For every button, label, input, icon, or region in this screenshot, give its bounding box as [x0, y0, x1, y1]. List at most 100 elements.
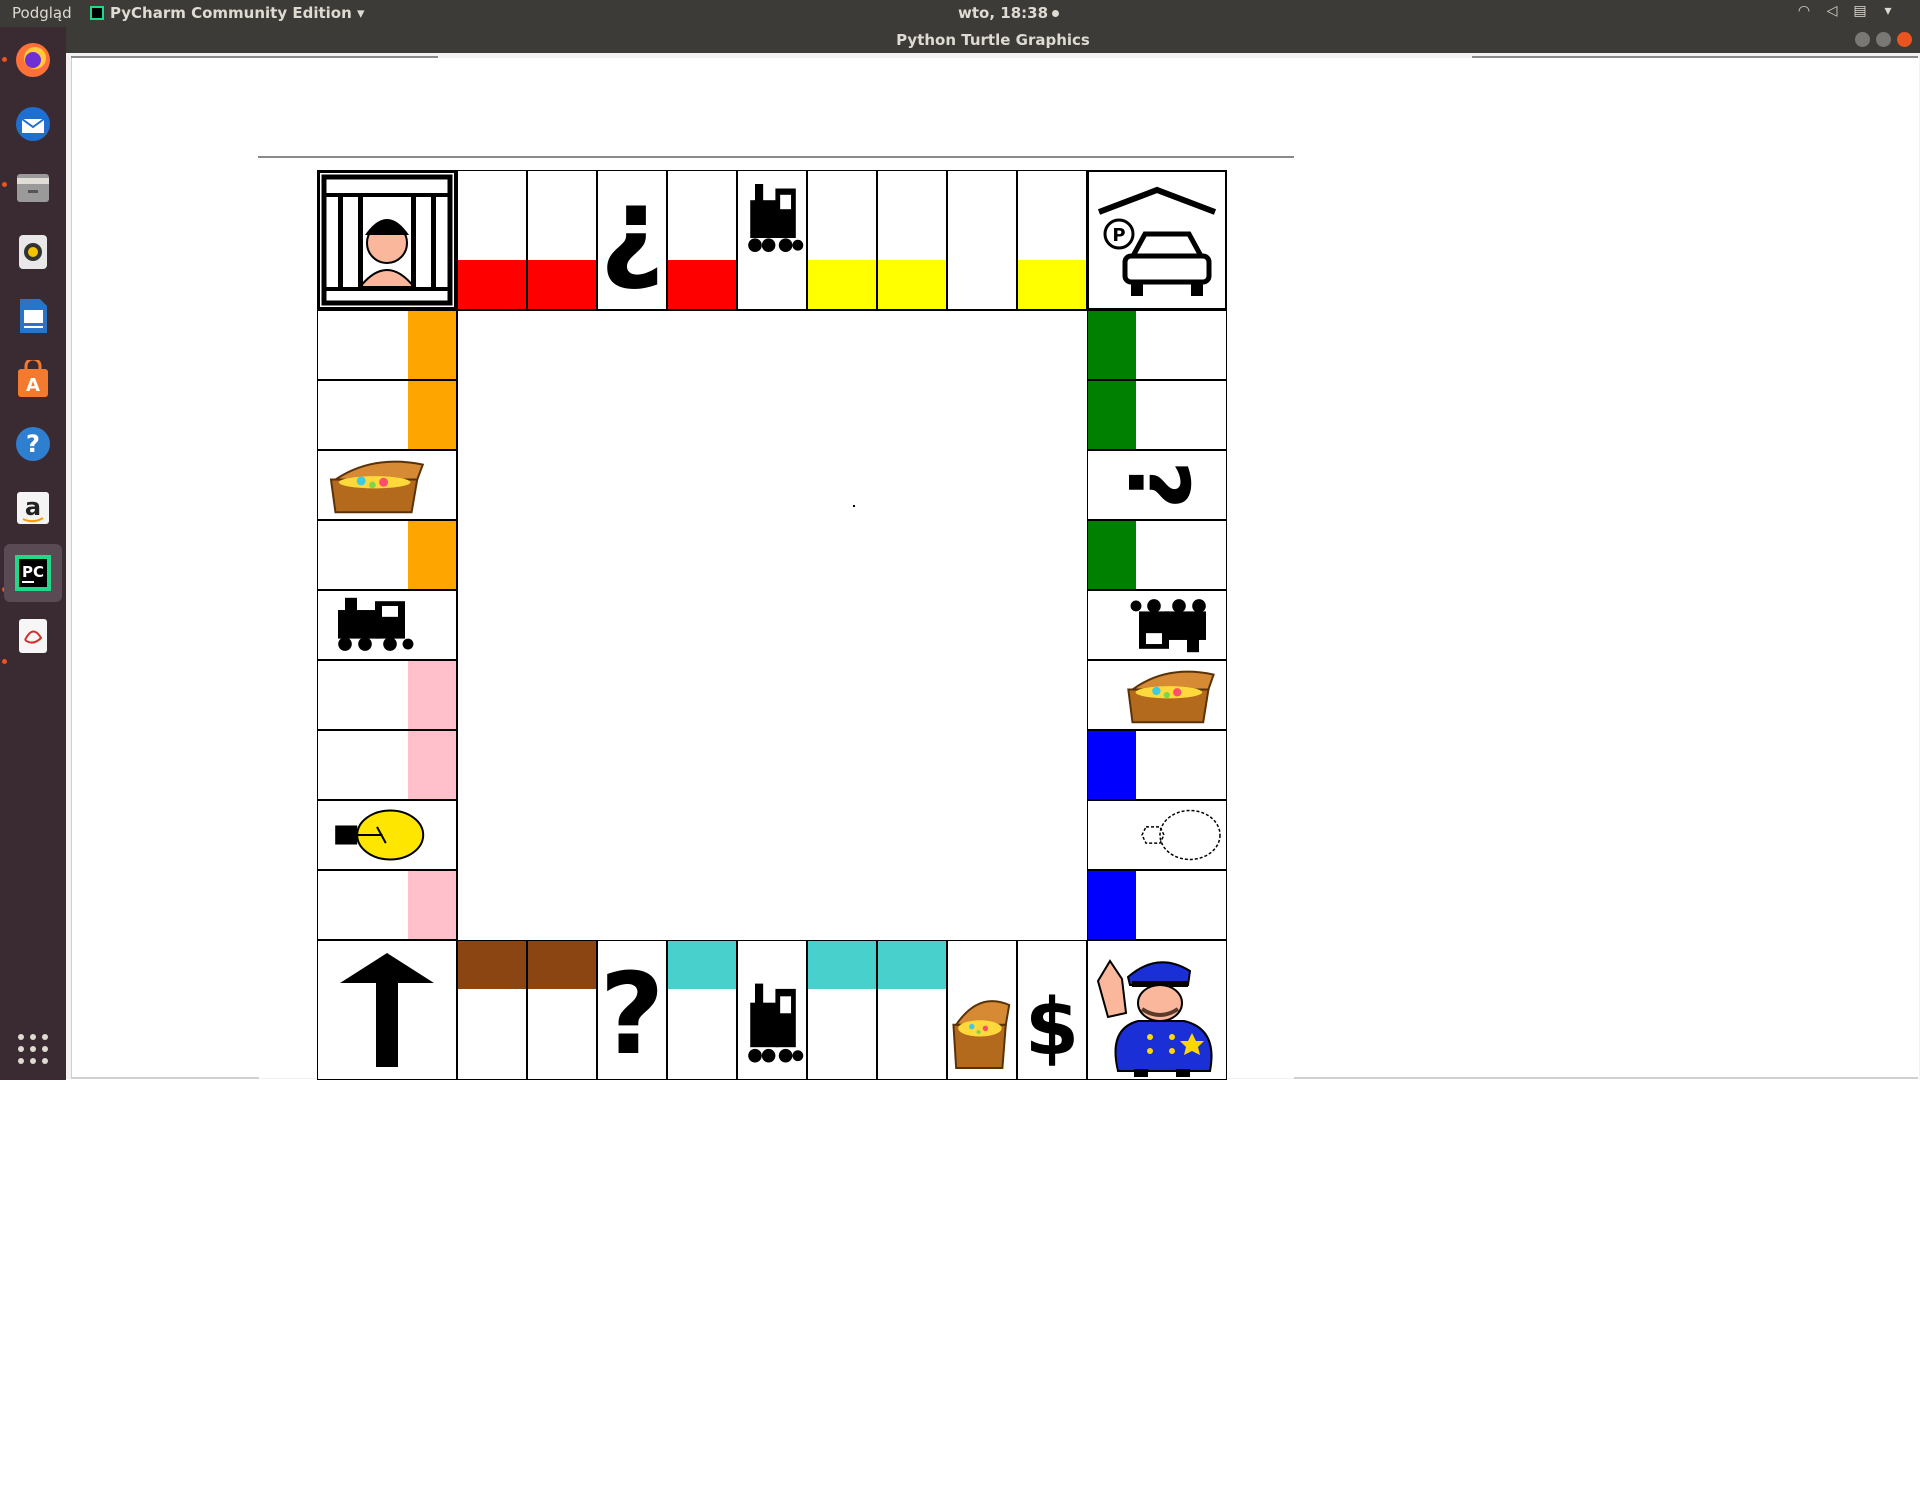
- evince-icon[interactable]: [11, 614, 55, 658]
- right-column-space: [1087, 380, 1227, 450]
- minimize-button[interactable]: [1855, 32, 1870, 47]
- running-indicator: [2, 57, 7, 62]
- jail-corner: [317, 170, 457, 310]
- pink-property-band: [408, 661, 456, 729]
- amazon-icon[interactable]: a: [11, 486, 55, 530]
- volume-icon[interactable]: ◁: [1824, 3, 1840, 19]
- close-button[interactable]: [1897, 32, 1912, 47]
- train-icon: [1124, 591, 1224, 659]
- red-property-band: [528, 260, 596, 309]
- svg-text:?: ?: [26, 430, 40, 458]
- right-column-space: [1087, 660, 1227, 730]
- bottom-row-space: ?: [597, 940, 667, 1080]
- top-row-space: [457, 170, 527, 310]
- svg-text:A: A: [26, 375, 40, 396]
- yellow-property-band: [1018, 260, 1086, 309]
- cyan-property-band: [808, 941, 876, 989]
- help-icon[interactable]: ?: [11, 422, 55, 466]
- chance-question-mark: ?: [1109, 460, 1207, 510]
- maximize-button[interactable]: [1876, 32, 1891, 47]
- bottom-row-space: [457, 940, 527, 1080]
- clock[interactable]: wto, 18:38: [958, 4, 1059, 22]
- blue-property-band: [1088, 731, 1136, 799]
- chance-question-mark: ?: [599, 950, 665, 1080]
- green-property-band: [1088, 381, 1136, 449]
- canvas-scroll-edge: [1472, 56, 1918, 58]
- desktop-background: [0, 1080, 1920, 1511]
- left-column-space: [317, 590, 457, 660]
- brown-property-band: [528, 941, 596, 989]
- treasure-chest-icon: [322, 451, 434, 519]
- canvas-bottom-edge: [71, 1077, 259, 1079]
- treasure-chest-icon: [948, 987, 1016, 1077]
- bottom-row-space: [877, 940, 947, 1080]
- cyan-property-band: [668, 941, 736, 989]
- top-row-space: [1017, 170, 1087, 310]
- pink-property-band: [408, 731, 456, 799]
- show-apps-icon[interactable]: [11, 1027, 55, 1071]
- canvas-scroll-edge: [71, 56, 438, 58]
- treasure-chest-icon: [1120, 661, 1224, 729]
- thunderbird-icon[interactable]: [11, 102, 55, 146]
- top-row-space: [527, 170, 597, 310]
- window-controls: [1855, 32, 1912, 47]
- tax-dollar-sign: $: [1024, 983, 1080, 1073]
- light-bulb-icon: [322, 801, 432, 869]
- libreoffice-writer-icon[interactable]: [11, 294, 55, 338]
- bottom-row-space: [527, 940, 597, 1080]
- train-icon: [738, 175, 806, 265]
- app-menu-label: PyCharm Community Edition ▾: [110, 4, 365, 22]
- parking-car-icon: P: [1089, 172, 1225, 308]
- jail-icon: [320, 173, 454, 307]
- left-column-space: [317, 730, 457, 800]
- green-property-band: [1088, 521, 1136, 589]
- green-property-band: [1088, 311, 1136, 379]
- train-icon: [738, 973, 806, 1079]
- board-center: [457, 310, 1088, 941]
- top-row-space: [807, 170, 877, 310]
- chance-question-mark: ¿: [599, 170, 665, 294]
- top-row-space: [737, 170, 807, 310]
- right-column-space: [1087, 870, 1227, 940]
- files-icon[interactable]: [11, 166, 55, 210]
- rhythmbox-icon[interactable]: [11, 230, 55, 274]
- left-column-space: [317, 520, 457, 590]
- train-icon: [320, 591, 420, 659]
- bottom-row-space: [807, 940, 877, 1080]
- red-property-band: [668, 260, 736, 309]
- right-column-space: [1087, 310, 1227, 380]
- police-officer-icon: [1088, 941, 1226, 1079]
- bottom-row-space: [737, 940, 807, 1080]
- right-column-space: [1087, 590, 1227, 660]
- cyan-property-band: [878, 941, 946, 989]
- police-corner: [1087, 940, 1227, 1080]
- yellow-property-band: [878, 260, 946, 309]
- orange-property-band: [408, 521, 456, 589]
- left-column-space: [317, 870, 457, 940]
- right-column-space: [1087, 520, 1227, 590]
- system-tray[interactable]: ◠ ◁ ▤ ▾: [1796, 3, 1896, 19]
- app-menu[interactable]: PyCharm Community Edition ▾: [90, 4, 365, 22]
- pink-property-band: [408, 871, 456, 939]
- window-titlebar[interactable]: Python Turtle Graphics: [66, 27, 1920, 53]
- orange-property-band: [408, 311, 456, 379]
- bottom-row-space: $: [1017, 940, 1087, 1080]
- pycharm-mini-icon: [90, 6, 104, 20]
- top-row-space: [877, 170, 947, 310]
- top-row-space: [667, 170, 737, 310]
- top-row-space: [947, 170, 1017, 310]
- clipboard-icon[interactable]: ▤: [1852, 3, 1868, 19]
- right-column-space: [1087, 730, 1227, 800]
- canvas-bottom-edge: [1294, 1077, 1918, 1079]
- activities-button[interactable]: Podgląd: [12, 4, 72, 22]
- red-property-band: [458, 260, 526, 309]
- bottom-row-space: [947, 940, 1017, 1080]
- software-center-icon[interactable]: A: [11, 358, 55, 402]
- wifi-icon[interactable]: ◠: [1796, 3, 1812, 19]
- top-panel: Podgląd PyCharm Community Edition ▾ wto,…: [0, 0, 1920, 27]
- pycharm-icon[interactable]: PC: [4, 544, 62, 602]
- right-column-space: [1087, 800, 1227, 870]
- left-column-space: [317, 450, 457, 520]
- power-menu-icon[interactable]: ▾: [1880, 3, 1896, 19]
- firefox-icon[interactable]: [11, 38, 55, 82]
